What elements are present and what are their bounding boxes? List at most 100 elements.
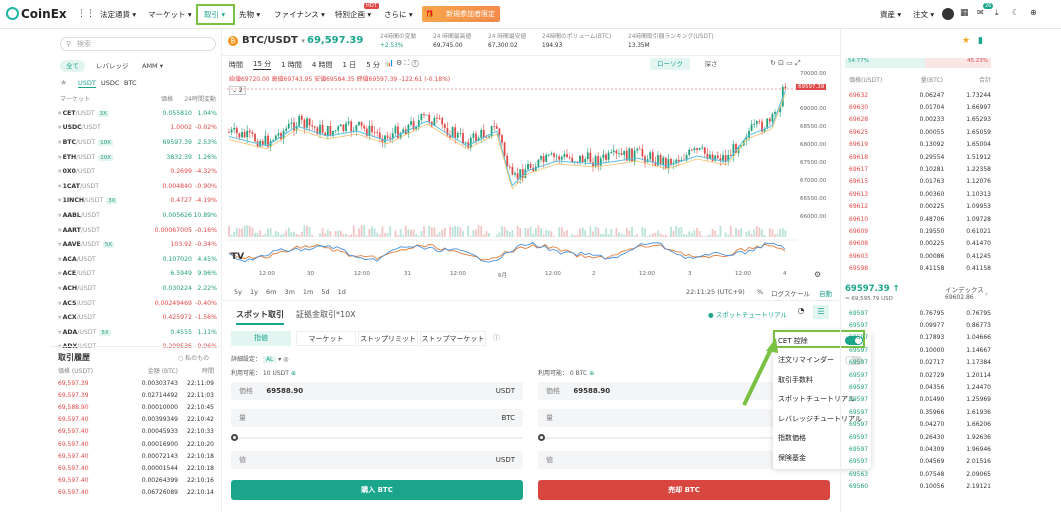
favorite-star-icon[interactable]: ★ bbox=[962, 36, 970, 46]
market-row[interactable]: ★ACE/USDT 6.5949 9.96% bbox=[57, 267, 217, 282]
range-1y[interactable]: 1y bbox=[250, 288, 258, 296]
bid-row[interactable]: 69597 0.01490 1.25969 bbox=[845, 394, 991, 406]
buy-slider-handle[interactable] bbox=[231, 434, 238, 441]
market-search-input[interactable]: ⚲ 検索 bbox=[60, 37, 216, 51]
tab-spot-trade[interactable]: スポット取引 bbox=[236, 309, 284, 325]
nav-assets[interactable]: 資産 ▾ bbox=[880, 9, 901, 20]
bid-row[interactable]: 69597 0.35966 1.61936 bbox=[845, 406, 991, 418]
market-row[interactable]: ★AAVE/USDT 5X 103.92 -0.34% bbox=[57, 237, 217, 252]
nav-trade[interactable]: 取引 ▾ bbox=[204, 9, 225, 20]
buy-btc-button[interactable]: 購入 BTC bbox=[231, 480, 523, 500]
type-stop-market[interactable]: ストップマーケット bbox=[420, 331, 486, 346]
nav-futures[interactable]: 先物 ▾ bbox=[239, 9, 260, 20]
bid-row[interactable]: 69597 0.10000 1.14667 bbox=[845, 344, 991, 356]
bid-row[interactable]: 69597 0.02717 1.17384 bbox=[845, 357, 991, 369]
coinex-logo[interactable]: CoinEx bbox=[6, 7, 67, 21]
interval-1[interactable]: 15 分 bbox=[253, 59, 272, 70]
bid-row[interactable]: 69597 0.09977 0.86773 bbox=[845, 319, 991, 331]
quote-tab-usdc[interactable]: USDC bbox=[101, 79, 119, 87]
ask-row[interactable]: 69603 0.00086 0.41245 bbox=[845, 250, 991, 262]
ask-row[interactable]: 69612 0.00225 1.09953 bbox=[845, 201, 991, 213]
sell-btc-button[interactable]: 売却 BTC bbox=[538, 480, 830, 500]
bid-row[interactable]: 69560 0.10056 2.19121 bbox=[845, 481, 991, 493]
sell-slider-handle[interactable] bbox=[538, 434, 545, 441]
interval-0[interactable]: 時間 bbox=[229, 60, 243, 70]
type-limit[interactable]: 指値 bbox=[231, 331, 291, 346]
market-row[interactable]: ★USDC/USDT 1.0002 -0.02% bbox=[57, 121, 217, 136]
sell-total-field[interactable]: 値 bbox=[538, 451, 783, 469]
tab-amm[interactable]: AMM ▾ bbox=[136, 60, 169, 72]
my-trades-filter[interactable]: ○ 私のもの bbox=[178, 353, 209, 362]
range-5y[interactable]: 5y bbox=[234, 288, 242, 296]
market-row[interactable]: ★ADA/USDT 5X 0.4555 1.11% bbox=[57, 325, 217, 340]
ask-row[interactable]: 69608 0.00225 0.41470 bbox=[845, 238, 991, 250]
quote-tab-usdt[interactable]: USDT bbox=[78, 79, 96, 88]
grid-icon[interactable]: ▦ bbox=[960, 8, 969, 18]
market-row[interactable]: ★ETH/USDT 10X 3832.39 1.26% bbox=[57, 150, 217, 165]
market-row[interactable]: ★ACH/USDT 0.030224 2.22% bbox=[57, 281, 217, 296]
interval-2[interactable]: 1 時間 bbox=[281, 60, 302, 70]
interval-3[interactable]: 4 時間 bbox=[312, 60, 333, 70]
buy-amount-field[interactable]: 量 BTC bbox=[231, 409, 523, 427]
ask-row[interactable]: 69619 0.13092 1.65004 bbox=[845, 139, 991, 151]
range-5d[interactable]: 5d bbox=[321, 288, 329, 296]
tab-depth[interactable]: 深さ bbox=[696, 58, 726, 70]
ask-row[interactable]: 69613 0.00360 1.10313 bbox=[845, 188, 991, 200]
ask-row[interactable]: 69610 0.48706 1.09728 bbox=[845, 213, 991, 225]
ask-row[interactable]: 69628 0.00233 1.65293 bbox=[845, 114, 991, 126]
quote-tab-btc[interactable]: BTC bbox=[124, 79, 137, 87]
settings-gear-icon[interactable]: ⚙ bbox=[814, 270, 821, 279]
ask-row[interactable]: 69625 0.00055 1.65059 bbox=[845, 126, 991, 138]
tab-all[interactable]: 全て bbox=[60, 60, 85, 72]
advanced-settings[interactable]: 詳細設定： AL ▾ ◎ bbox=[231, 354, 288, 363]
type-market[interactable]: マーケット bbox=[296, 331, 356, 346]
auto-scale[interactable]: 自動 bbox=[819, 288, 832, 298]
favorite-star-icon[interactable]: ★ bbox=[60, 78, 67, 87]
download-icon[interactable]: ⤓ bbox=[995, 8, 999, 18]
buy-price-field[interactable]: 価格 69588.90 USDT bbox=[231, 382, 523, 400]
nav-more[interactable]: さらに ▾ bbox=[384, 9, 413, 20]
tab-leverage[interactable]: レバレッジ bbox=[90, 60, 135, 72]
market-row[interactable]: ★AABL/USDT 0.005626 10.89% bbox=[57, 208, 217, 223]
market-row[interactable]: ★AART/USDT 0.00067005 -0.16% bbox=[57, 223, 217, 238]
bid-row[interactable]: 69597 0.17893 1.04666 bbox=[845, 332, 991, 344]
bid-row[interactable]: 69597 0.04270 1.66206 bbox=[845, 419, 991, 431]
market-row[interactable]: ★CET/USDT 3X 0.055810 1.04% bbox=[57, 106, 217, 121]
market-row[interactable]: ★BTC/USDT 10X 69597.39 2.53% bbox=[57, 135, 217, 150]
market-row[interactable]: ★ACX/USDT 0.425972 -1.56% bbox=[57, 310, 217, 325]
moon-icon[interactable]: ☾ bbox=[1012, 8, 1019, 17]
nav-special[interactable]: 特別企画 ▾ bbox=[335, 9, 371, 20]
nav-orders[interactable]: 注文 ▾ bbox=[913, 9, 934, 20]
bid-row[interactable]: 69597 0.26430 1.92636 bbox=[845, 431, 991, 443]
buy-total-field[interactable]: 値 USDT bbox=[231, 451, 523, 469]
info-icon[interactable]: ⓘ bbox=[493, 333, 500, 343]
ask-row[interactable]: 69617 0.10281 1.22358 bbox=[845, 163, 991, 175]
range-1m[interactable]: 1m bbox=[303, 288, 313, 296]
avatar[interactable] bbox=[942, 8, 954, 20]
nav-market[interactable]: マーケット ▾ bbox=[148, 9, 192, 20]
market-row[interactable]: ★1CAT/USDT 0.004840 -0.90% bbox=[57, 179, 217, 194]
ask-row[interactable]: 69618 0.29554 1.51912 bbox=[845, 151, 991, 163]
bid-row[interactable]: 69597 0.76795 0.76795 bbox=[845, 307, 991, 319]
ask-row[interactable]: 69630 0.01704 1.66997 bbox=[845, 101, 991, 113]
globe-icon[interactable]: ⊕ bbox=[1030, 8, 1037, 17]
market-row[interactable]: ★ACA/USDT 0.107020 4.45% bbox=[57, 252, 217, 267]
log-scale[interactable]: ログスケール bbox=[771, 288, 810, 298]
chart-tool-icons[interactable]: ↻ ⊡ ▭ ⤢ bbox=[770, 59, 801, 68]
sell-slider[interactable] bbox=[541, 437, 781, 439]
bid-row[interactable]: 69597 0.04309 1.96946 bbox=[845, 443, 991, 455]
apps-grid-icon[interactable]: ⋮⋮ bbox=[77, 9, 95, 19]
nav-finance[interactable]: ファイナンス ▾ bbox=[274, 9, 325, 20]
range-3m[interactable]: 3m bbox=[284, 288, 294, 296]
market-row[interactable]: ★0X0/USDT 0.2699 -4.32% bbox=[57, 164, 217, 179]
bid-row[interactable]: 69563 0.07548 2.09065 bbox=[845, 468, 991, 480]
ask-row[interactable]: 69632 0.06247 1.73244 bbox=[845, 89, 991, 101]
promo-banner[interactable]: 🎁 新規参加者限定 bbox=[422, 6, 500, 22]
spot-tutorial-link[interactable]: ● スポットチュートリアル bbox=[708, 309, 787, 319]
range-6m[interactable]: 6m bbox=[266, 288, 276, 296]
ask-row[interactable]: 69615 0.01763 1.12076 bbox=[845, 176, 991, 188]
settings-toggle-button[interactable]: ☰ bbox=[813, 305, 829, 319]
book-icon[interactable]: ▮ bbox=[978, 36, 983, 46]
tab-candle[interactable]: ローソク bbox=[650, 58, 690, 70]
clock-icon[interactable]: ◔ bbox=[795, 306, 807, 318]
